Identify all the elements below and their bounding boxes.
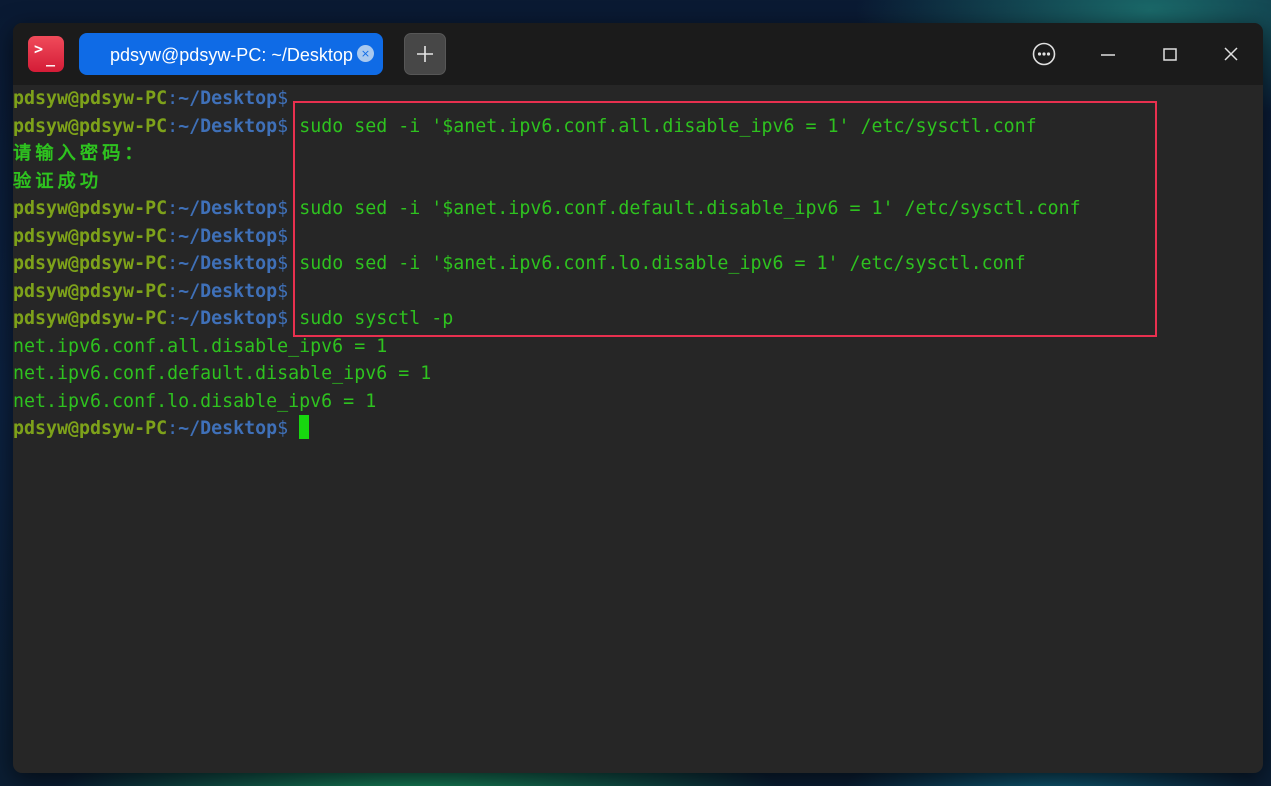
new-tab-button[interactable] bbox=[404, 33, 446, 75]
prompt-path: ~/Desktop bbox=[178, 308, 278, 329]
prompt-separator: : bbox=[167, 115, 179, 137]
output-line: net.ipv6.conf.lo.disable_ipv6 = 1 bbox=[13, 388, 376, 415]
more-options-button[interactable] bbox=[1026, 36, 1062, 72]
minimize-button[interactable] bbox=[1090, 36, 1126, 72]
title-bar: > _ pdsyw@pdsyw-PC: ~/Desktop × bbox=[13, 23, 1263, 85]
prompt-line: pdsyw@pdsyw-PC:~/Desktop$ sudo sed -i '$… bbox=[13, 113, 1037, 140]
prompt-dollar: $ bbox=[277, 253, 289, 274]
prompt-dollar: $ bbox=[277, 115, 289, 137]
maximize-button[interactable] bbox=[1152, 36, 1188, 72]
command-text: sudo sed -i '$anet.ipv6.conf.default.dis… bbox=[288, 198, 1081, 219]
prompt-line: pdsyw@pdsyw-PC:~/Desktop$ sudo sed -i '$… bbox=[13, 250, 1026, 277]
prompt-path: ~/Desktop bbox=[178, 115, 278, 137]
close-button[interactable] bbox=[1213, 36, 1249, 72]
prompt-separator: : bbox=[167, 225, 179, 247]
output-text: net.ipv6.conf.default.disable_ipv6 = 1 bbox=[13, 363, 432, 384]
command-text: sudo sed -i '$anet.ipv6.conf.all.disable… bbox=[288, 115, 1037, 137]
command-text: sudo sed -i '$anet.ipv6.conf.lo.disable_… bbox=[288, 253, 1026, 274]
output-line: net.ipv6.conf.all.disable_ipv6 = 1 bbox=[13, 333, 387, 360]
prompt-dollar: $ bbox=[277, 280, 289, 302]
prompt-separator: : bbox=[167, 280, 179, 302]
prompt-path: ~/Desktop bbox=[178, 88, 278, 109]
prompt-user: pdsyw@pdsyw-PC bbox=[13, 198, 168, 219]
prompt-user: pdsyw@pdsyw-PC bbox=[13, 418, 168, 439]
prompt-user: pdsyw@pdsyw-PC bbox=[13, 88, 168, 109]
prompt-separator: : bbox=[167, 418, 179, 439]
output-line: net.ipv6.conf.default.disable_ipv6 = 1 bbox=[13, 360, 431, 387]
command-text bbox=[288, 418, 299, 439]
output-text: net.ipv6.conf.lo.disable_ipv6 = 1 bbox=[13, 390, 377, 412]
prompt-path: ~/Desktop bbox=[178, 280, 278, 302]
prompt-line: pdsyw@pdsyw-PC:~/Desktop$ sudo sysctl -p bbox=[13, 305, 453, 332]
prompt-line: pdsyw@pdsyw-PC:~/Desktop$ bbox=[13, 223, 288, 250]
prompt-user: pdsyw@pdsyw-PC bbox=[13, 308, 168, 329]
prompt-separator: : bbox=[167, 198, 179, 219]
output-text: 验证成功 bbox=[13, 170, 103, 192]
terminal-window: > _ pdsyw@pdsyw-PC: ~/Desktop × pdsyw@pd… bbox=[13, 23, 1263, 773]
tab-close-icon[interactable]: × bbox=[357, 45, 374, 62]
minimize-icon bbox=[1101, 54, 1115, 56]
prompt-path: ~/Desktop bbox=[178, 418, 278, 439]
prompt-path: ~/Desktop bbox=[178, 253, 278, 274]
plus-icon bbox=[417, 46, 433, 62]
prompt-user: pdsyw@pdsyw-PC bbox=[13, 225, 168, 247]
prompt-path: ~/Desktop bbox=[178, 198, 278, 219]
prompt-dollar: $ bbox=[277, 308, 289, 329]
output-line: 请输入密码： bbox=[13, 140, 147, 167]
terminal-output[interactable]: pdsyw@pdsyw-PC:~/Desktop$ pdsyw@pdsyw-PC:… bbox=[13, 85, 1263, 773]
prompt-line: pdsyw@pdsyw-PC:~/Desktop$ sudo sed -i '$… bbox=[13, 195, 1081, 222]
prompt-dollar: $ bbox=[277, 225, 289, 247]
output-text: 请输入密码： bbox=[13, 143, 147, 164]
prompt-separator: : bbox=[167, 88, 179, 109]
maximize-icon bbox=[1163, 48, 1177, 61]
prompt-user: pdsyw@pdsyw-PC bbox=[13, 253, 168, 274]
command-text: sudo sysctl -p bbox=[288, 308, 454, 329]
prompt-separator: : bbox=[167, 253, 179, 274]
close-icon bbox=[1224, 47, 1238, 61]
prompt-user: pdsyw@pdsyw-PC bbox=[13, 280, 168, 302]
prompt-path: ~/Desktop bbox=[178, 225, 278, 247]
terminal-icon[interactable]: > _ bbox=[28, 36, 64, 72]
prompt-dollar: $ bbox=[277, 88, 289, 109]
output-text: net.ipv6.conf.all.disable_ipv6 = 1 bbox=[13, 335, 388, 357]
more-options-icon bbox=[1032, 42, 1056, 66]
prompt-line: pdsyw@pdsyw-PC:~/Desktop$ bbox=[13, 85, 288, 112]
prompt-dollar: $ bbox=[277, 418, 289, 439]
prompt-dollar: $ bbox=[277, 198, 289, 219]
tab-terminal[interactable]: pdsyw@pdsyw-PC: ~/Desktop × bbox=[79, 33, 383, 75]
prompt-line: pdsyw@pdsyw-PC:~/Desktop$ bbox=[13, 415, 310, 442]
prompt-line: pdsyw@pdsyw-PC:~/Desktop$ bbox=[13, 278, 288, 305]
output-line: 验证成功 bbox=[13, 168, 102, 195]
prompt-separator: : bbox=[167, 308, 179, 329]
prompt-user: pdsyw@pdsyw-PC bbox=[13, 115, 168, 137]
tab-title: pdsyw@pdsyw-PC: ~/Desktop bbox=[110, 45, 353, 65]
text-cursor bbox=[299, 415, 310, 439]
